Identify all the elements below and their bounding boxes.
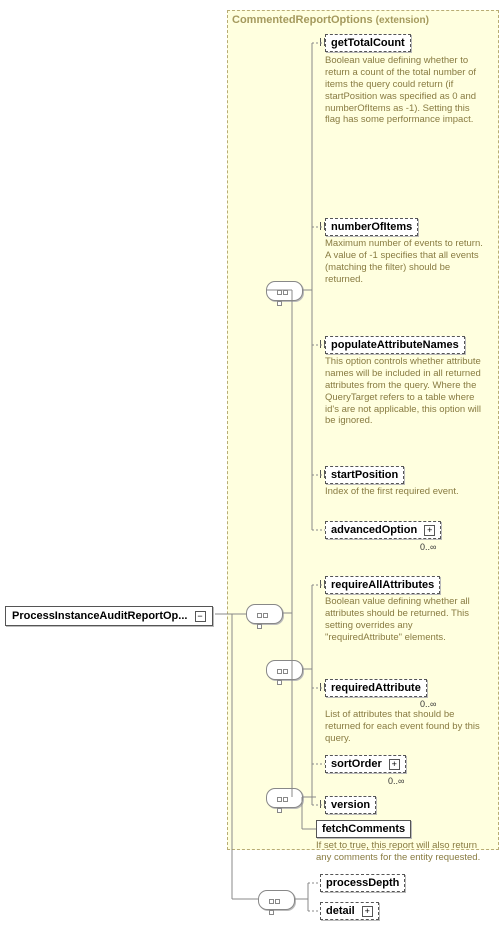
- label: startPosition: [331, 469, 398, 481]
- sequence-upper[interactable]: [266, 281, 303, 301]
- extension-title: CommentedReportOptions (extension): [232, 14, 429, 26]
- extension-title-text: CommentedReportOptions: [232, 14, 373, 26]
- label: getTotalCount: [331, 37, 405, 49]
- label: advancedOption: [331, 524, 417, 536]
- el-startPosition[interactable]: startPosition: [325, 466, 404, 484]
- label: fetchComments: [322, 823, 405, 835]
- desc-getTotalCount: Boolean value defining whether to return…: [325, 55, 485, 126]
- sequence-mid[interactable]: [266, 660, 303, 680]
- root-node[interactable]: ProcessInstanceAuditReportOp... −: [5, 606, 213, 626]
- label: requiredAttribute: [331, 682, 421, 694]
- extension-note: (extension): [376, 15, 429, 26]
- label: sortOrder: [331, 758, 382, 770]
- el-detail[interactable]: detail +: [320, 902, 379, 920]
- el-requiredAttribute[interactable]: requiredAttribute: [325, 679, 427, 697]
- sequence-fetch[interactable]: [266, 788, 303, 808]
- label: numberOfItems: [331, 221, 412, 233]
- el-sortOrder[interactable]: sortOrder +: [325, 755, 406, 773]
- desc-startPosition: Index of the first required event.: [325, 486, 485, 498]
- el-processDepth[interactable]: processDepth: [320, 874, 405, 892]
- occ-advancedOption: 0..∞: [420, 542, 436, 552]
- occ-requiredAttribute: 0..∞: [420, 699, 436, 709]
- collapse-icon[interactable]: −: [195, 611, 206, 622]
- desc-populateAttributeNames: This option controls whether attribute n…: [325, 356, 485, 427]
- label: requireAllAttributes: [331, 579, 434, 591]
- el-populateAttributeNames[interactable]: populateAttributeNames: [325, 336, 465, 354]
- label: processDepth: [326, 877, 399, 889]
- label: version: [331, 799, 370, 811]
- root-node-label: ProcessInstanceAuditReportOp...: [12, 610, 187, 622]
- label: detail: [326, 905, 355, 917]
- expand-icon[interactable]: +: [389, 759, 400, 770]
- label: populateAttributeNames: [331, 339, 459, 351]
- occ-sortOrder: 0..∞: [388, 776, 404, 786]
- el-advancedOption[interactable]: advancedOption +: [325, 521, 441, 539]
- desc-requiredAttribute: List of attributes that should be return…: [325, 709, 485, 745]
- el-numberOfItems[interactable]: numberOfItems: [325, 218, 418, 236]
- desc-requireAllAttributes: Boolean value defining whether all attri…: [325, 596, 485, 644]
- desc-fetchComments: If set to true, this report will also re…: [316, 840, 486, 864]
- sequence-ext[interactable]: [246, 604, 283, 624]
- el-requireAllAttributes[interactable]: requireAllAttributes: [325, 576, 440, 594]
- el-fetchComments[interactable]: fetchComments: [316, 820, 411, 838]
- el-version[interactable]: version: [325, 796, 376, 814]
- el-getTotalCount[interactable]: getTotalCount: [325, 34, 411, 52]
- expand-icon[interactable]: +: [424, 525, 435, 536]
- desc-numberOfItems: Maximum number of events to return. A va…: [325, 238, 485, 286]
- sequence-bottom[interactable]: [258, 890, 295, 910]
- expand-icon[interactable]: +: [362, 906, 373, 917]
